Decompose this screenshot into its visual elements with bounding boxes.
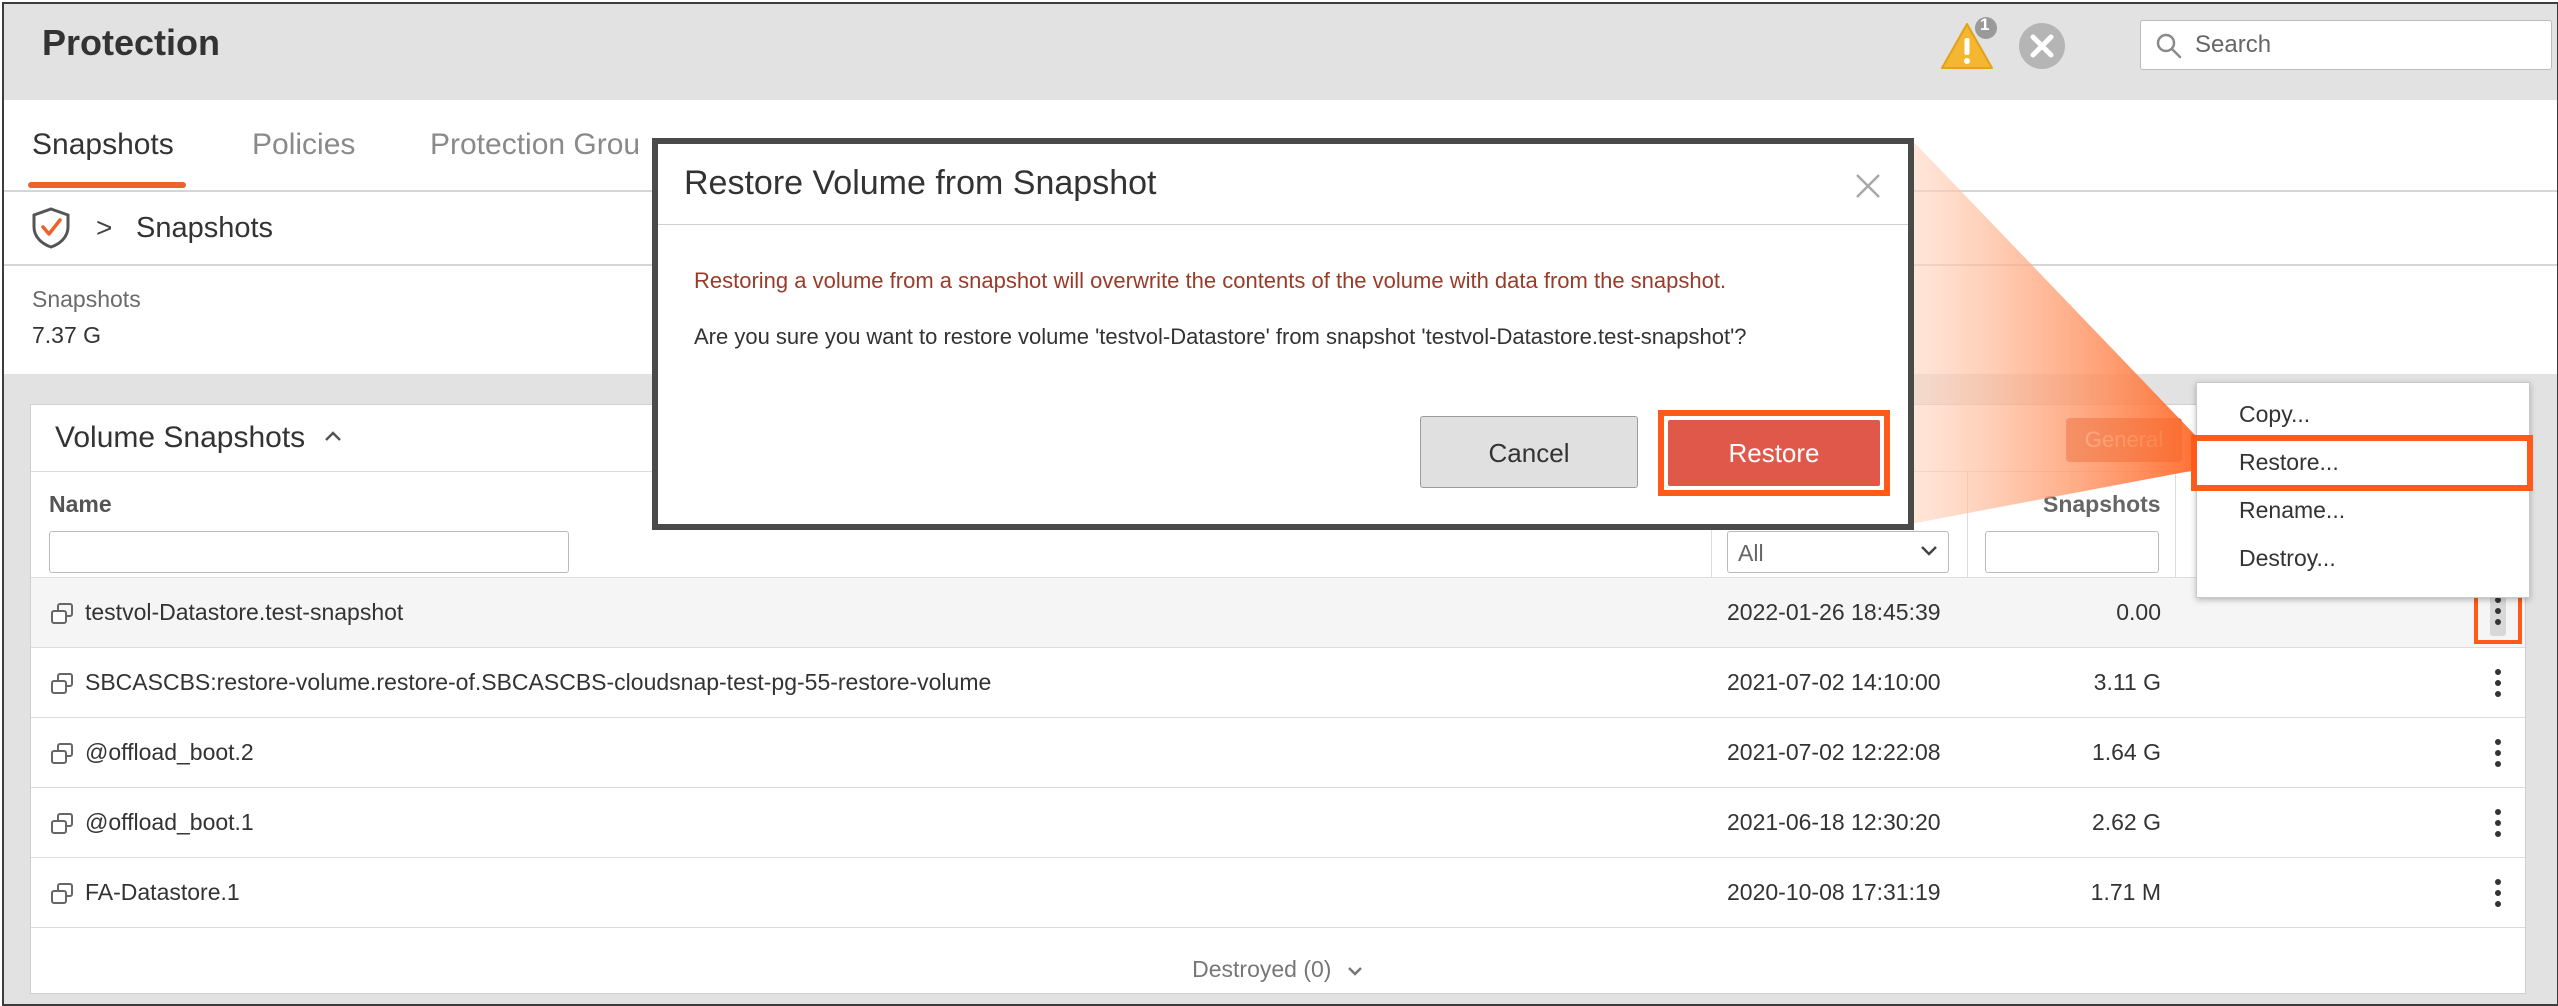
cancel-button[interactable]: Cancel <box>1420 416 1638 488</box>
summary-value: 7.37 G <box>32 322 102 348</box>
search-icon <box>2156 33 2182 59</box>
kebab-menu-icon[interactable] <box>2488 734 2508 772</box>
snapshot-size: 0.00 <box>2116 599 2161 625</box>
page-title: Protection <box>42 22 221 63</box>
chevron-down-icon <box>1347 967 1362 976</box>
snapshot-icon <box>51 743 73 764</box>
app-window: Protection 1 Snapshots <box>2 2 2558 1006</box>
general-button[interactable]: General <box>2066 418 2182 462</box>
tab-protection-groups[interactable]: Protection Grou <box>430 128 640 162</box>
dialog-title: Restore Volume from Snapshot <box>684 164 1157 202</box>
top-header: Protection 1 <box>4 4 2557 100</box>
snapshot-icon <box>51 883 73 904</box>
panel-title: Volume Snapshots <box>55 421 306 454</box>
table-row[interactable]: @offload_boot.1 2021-06-18 12:30:20 2.62… <box>31 788 2525 858</box>
table-row[interactable]: FA-Datastore.1 2020-10-08 17:31:19 1.71 … <box>31 858 2525 928</box>
restore-button[interactable]: Restore <box>1668 420 1880 486</box>
chevron-up-icon[interactable] <box>323 429 343 443</box>
created-filter-value: All <box>1738 540 1764 566</box>
restore-dialog: Restore Volume from Snapshot Restoring a… <box>652 138 1914 530</box>
snapshot-size: 1.71 M <box>2090 879 2161 905</box>
snapshot-created: 2021-07-02 12:22:08 <box>1727 739 1941 765</box>
destroyed-label: Destroyed (0) <box>1192 956 1332 982</box>
breadcrumb-separator: > <box>96 212 113 243</box>
dialog-question: Are you sure you want to restore volume … <box>694 324 1747 349</box>
close-button[interactable] <box>2018 22 2066 70</box>
snapshot-name: SBCASCBS:restore-volume.restore-of.SBCAS… <box>85 669 992 695</box>
snapshot-name: @offload_boot.2 <box>85 739 254 765</box>
tab-snapshots[interactable]: Snapshots <box>32 128 174 162</box>
column-header-name[interactable]: Name <box>49 491 112 518</box>
search-box[interactable] <box>2140 20 2552 70</box>
menu-highlight-box <box>2191 435 2533 491</box>
column-header-snapshots[interactable]: Snapshots <box>2043 491 2161 518</box>
snapshots-filter-input[interactable] <box>1985 531 2159 573</box>
menu-item-destroy[interactable]: Destroy... <box>2239 545 2336 572</box>
snapshot-icon <box>51 813 73 834</box>
snapshot-size: 2.62 G <box>2091 809 2161 835</box>
active-tab-indicator <box>28 182 186 188</box>
snapshot-icon <box>51 673 73 694</box>
kebab-menu-icon[interactable] <box>2488 874 2508 912</box>
column-divider <box>1967 471 1968 577</box>
chevron-down-icon <box>1921 546 1937 556</box>
snapshot-name: testvol-Datastore.test-snapshot <box>85 599 404 625</box>
restore-highlight-box: Restore <box>1658 410 1890 496</box>
name-filter-input[interactable] <box>49 531 569 573</box>
tab-policies[interactable]: Policies <box>252 128 355 162</box>
snapshot-size: 3.11 G <box>2093 669 2161 695</box>
table-row[interactable]: testvol-Datastore.test-snapshot 2022-01-… <box>31 578 2525 648</box>
row-context-menu: Copy... Restore... Rename... Destroy... <box>2191 382 2533 598</box>
snapshot-created: 2022-01-26 18:45:39 <box>1727 599 1941 625</box>
kebab-menu-icon <box>2490 592 2506 636</box>
snapshot-created: 2021-06-18 12:30:20 <box>1727 809 1941 835</box>
kebab-menu-icon[interactable] <box>2488 664 2508 702</box>
created-filter-select[interactable]: All <box>1727 531 1949 573</box>
shield-check-icon[interactable] <box>30 206 72 250</box>
dialog-warning: Restoring a volume from a snapshot will … <box>694 268 1727 293</box>
warning-icon <box>1941 17 1997 69</box>
table-row[interactable]: @offload_boot.2 2021-07-02 12:22:08 1.64… <box>31 718 2525 788</box>
snapshot-icon <box>51 603 73 624</box>
column-divider <box>2175 471 2176 577</box>
snapshot-name: @offload_boot.1 <box>85 809 254 835</box>
close-circle-icon <box>2019 23 2065 69</box>
menu-item-rename[interactable]: Rename... <box>2239 497 2345 524</box>
menu-item-copy[interactable]: Copy... <box>2239 401 2310 428</box>
close-icon[interactable] <box>1854 172 1882 200</box>
snapshot-created: 2020-10-08 17:31:19 <box>1727 879 1941 905</box>
summary-label: Snapshots <box>32 286 141 312</box>
destroyed-toggle[interactable]: Destroyed (0) <box>31 945 2525 993</box>
snapshot-created: 2021-07-02 14:10:00 <box>1727 669 1941 695</box>
alert-count-badge: 1 <box>1980 15 1990 34</box>
table-row[interactable]: SBCASCBS:restore-volume.restore-of.SBCAS… <box>31 648 2525 718</box>
search-input[interactable] <box>2193 29 2537 61</box>
breadcrumb-current: Snapshots <box>136 212 274 244</box>
divider <box>658 224 1908 225</box>
alerts-button[interactable]: 1 <box>1940 15 2000 76</box>
snapshot-name: FA-Datastore.1 <box>85 879 240 905</box>
kebab-menu-icon[interactable] <box>2488 804 2508 842</box>
snapshot-size: 1.64 G <box>2091 739 2161 765</box>
